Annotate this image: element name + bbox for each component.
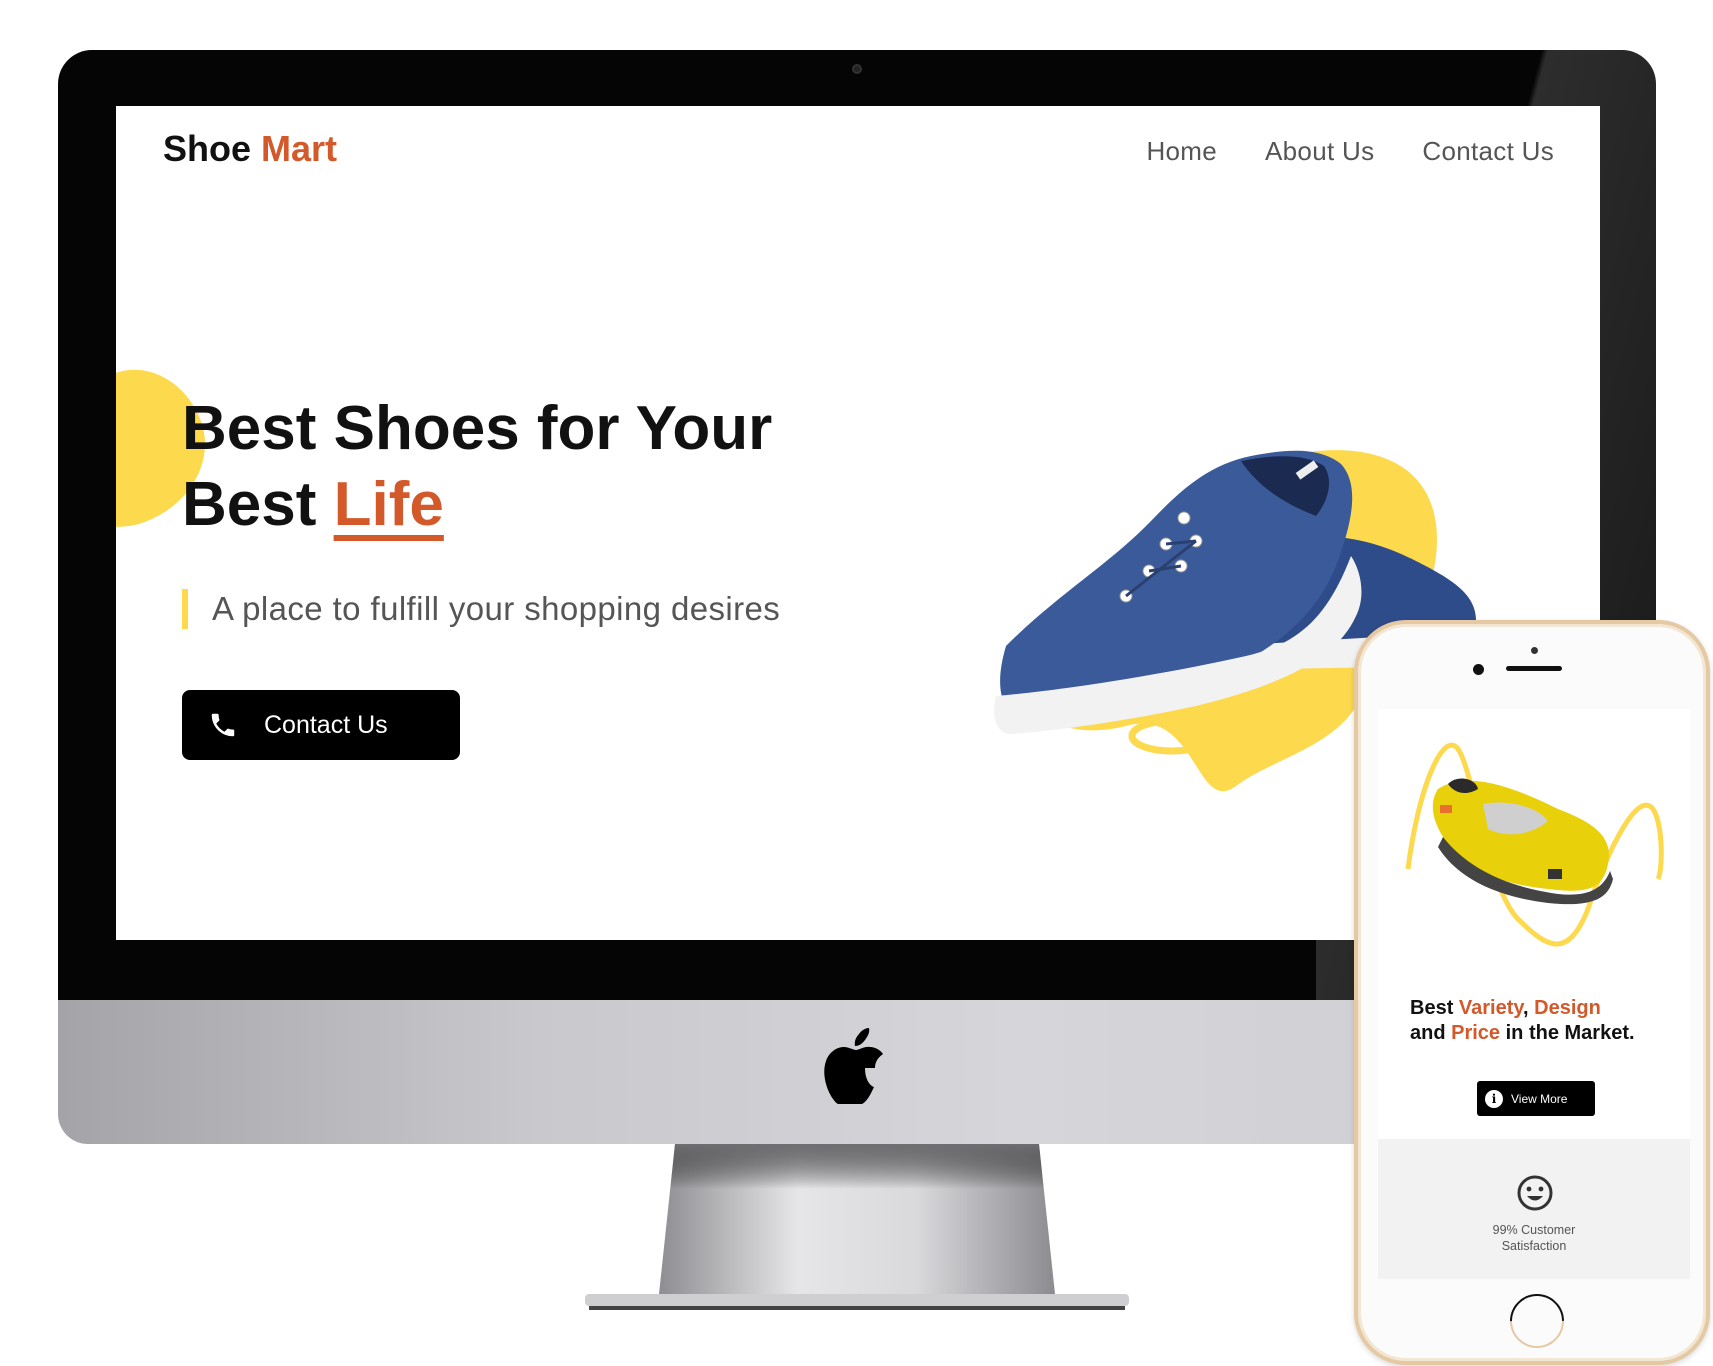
- hero-title-highlight: Life: [333, 470, 444, 539]
- satisfaction-line2: Satisfaction: [1501, 1239, 1567, 1253]
- nav-about-link[interactable]: About Us: [1265, 136, 1374, 167]
- mobile-hero-section: Best Variety, Design and Price in the Ma…: [1378, 709, 1690, 1139]
- nav-contact-link[interactable]: Contact Us: [1422, 136, 1554, 167]
- contact-us-button-label: Contact Us: [264, 710, 388, 739]
- iphone-sensor: [1531, 647, 1538, 654]
- info-icon: i: [1485, 1089, 1503, 1108]
- apple-logo-icon: [824, 1028, 883, 1104]
- mobile-hero-title: Best Variety, Design and Price in the Ma…: [1410, 996, 1670, 1046]
- site-logo[interactable]: Shoe Mart: [163, 128, 337, 170]
- hero-tagline: A place to fulfill your shopping desires: [212, 590, 781, 627]
- mobile-title-best: Best: [1410, 997, 1459, 1019]
- smiley-icon: [1517, 1175, 1553, 1211]
- satisfaction-line1: 99% Customer: [1492, 1223, 1576, 1237]
- website-mobile-screen: Best Variety, Design and Price in the Ma…: [1378, 709, 1690, 1279]
- imac-camera: [852, 64, 862, 74]
- yellow-sneaker-illustration: [1405, 742, 1664, 947]
- main-nav: Home About Us Contact Us: [1146, 136, 1554, 167]
- logo-main-text: Shoe: [163, 128, 252, 169]
- mobile-title-and: and: [1410, 1022, 1452, 1044]
- imac-stand: [585, 1144, 1129, 1310]
- tagline-accent-bar: [182, 589, 188, 629]
- view-more-button[interactable]: i View More: [1477, 1081, 1595, 1116]
- mobile-title-price: Price: [1451, 1022, 1501, 1044]
- hero-title-line2-prefix: Best: [182, 470, 334, 539]
- iphone-home-button[interactable]: [1498, 1282, 1576, 1360]
- contact-us-button[interactable]: Contact Us: [182, 690, 460, 760]
- nav-home-link[interactable]: Home: [1146, 136, 1217, 167]
- yellow-sneaker: [1432, 778, 1613, 905]
- mobile-title-variety: Variety: [1458, 997, 1524, 1019]
- iphone-device: Best Variety, Design and Price in the Ma…: [1354, 620, 1710, 1365]
- hero-title-line1: Best Shoes for Your: [182, 394, 773, 463]
- phone-icon: [211, 713, 235, 737]
- customer-satisfaction-stat: 99% Customer Satisfaction: [1434, 1222, 1634, 1254]
- hero-title: Best Shoes for Your Best Life: [182, 391, 942, 543]
- mobile-title-rest: in the Market.: [1500, 1022, 1635, 1044]
- logo-accent-text: Mart: [261, 128, 338, 169]
- iphone-front-camera: [1473, 664, 1484, 675]
- iphone-speaker: [1506, 666, 1562, 671]
- mobile-title-comma: ,: [1523, 997, 1535, 1019]
- view-more-label: View More: [1511, 1091, 1568, 1106]
- mobile-title-design: Design: [1534, 997, 1601, 1019]
